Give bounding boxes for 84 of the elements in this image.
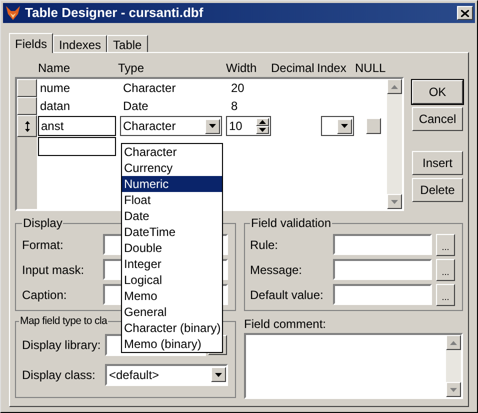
dropdown-option[interactable]: Logical [122, 272, 222, 288]
caret-icon [391, 84, 398, 88]
caret-icon [391, 200, 398, 204]
width-spinner[interactable]: 10 [226, 116, 271, 136]
field-label: Rule: [250, 236, 279, 254]
field-label: Default value: [250, 286, 324, 304]
field-label: Format: [22, 236, 64, 254]
column-header: Index [317, 60, 348, 77]
index-combo[interactable] [321, 116, 354, 136]
name-field[interactable]: anst [38, 116, 116, 136]
dialog-button[interactable]: Delete [412, 178, 463, 202]
spin-up-button[interactable] [256, 118, 269, 126]
field-label: Display class: [22, 366, 96, 384]
dropdown-option[interactable]: Memo (binary) [122, 336, 222, 352]
window-title: Table Designer - cursanti.dbf [25, 4, 204, 22]
input-field[interactable] [332, 284, 432, 305]
scrollbar[interactable] [387, 79, 402, 209]
scroll-down-button[interactable] [446, 382, 461, 397]
scrollbar[interactable] [446, 335, 461, 397]
spin-down-button[interactable] [256, 126, 269, 134]
dropdown-button[interactable] [205, 118, 220, 134]
dropdown-option[interactable]: Character [122, 144, 222, 160]
group-title: Display [22, 215, 64, 232]
field-label: Field comment: [244, 316, 328, 333]
tab[interactable]: Indexes [53, 35, 108, 52]
input-field[interactable] [332, 259, 432, 280]
field-label: Message: [250, 262, 304, 278]
row-selector[interactable] [17, 97, 37, 115]
browse-button[interactable]: ... [436, 284, 455, 306]
dialog-button[interactable]: Cancel [412, 107, 463, 131]
table-cell-text: 20 [230, 80, 246, 97]
dropdown-button[interactable] [337, 118, 352, 134]
name-field[interactable] [38, 137, 116, 156]
column-header: Name [37, 60, 72, 77]
column-header: Width [225, 60, 258, 77]
scroll-up-button[interactable] [387, 79, 402, 94]
dropdown-option[interactable]: Memo [122, 288, 222, 304]
field-label: Caption: [22, 286, 68, 304]
table-cell-text: 8 [230, 98, 239, 115]
fox-icon [5, 5, 21, 21]
type-combo[interactable]: Character [120, 116, 222, 136]
dialog-button[interactable]: OK [412, 80, 463, 104]
dropdown-option[interactable]: DateTime [122, 224, 222, 240]
table-cell-text: nume [39, 80, 72, 97]
column-header: Type [117, 60, 146, 77]
scroll-down-button[interactable] [387, 194, 402, 209]
dropdown-option[interactable]: Integer [122, 256, 222, 272]
table-cell-text: datan [39, 98, 72, 115]
caret-icon [209, 124, 216, 128]
caret-icon [450, 340, 457, 344]
tab[interactable]: Table [107, 35, 148, 52]
column-header: NULL [355, 60, 387, 77]
group-title: Map field type to cla [19, 314, 108, 329]
dropdown-option[interactable]: Float [122, 192, 222, 208]
scroll-up-button[interactable] [446, 335, 461, 350]
dropdown-option[interactable]: Date [122, 208, 222, 224]
browse-button[interactable]: ... [436, 258, 455, 280]
dropdown-option[interactable]: Double [122, 240, 222, 256]
row-selector[interactable] [17, 79, 37, 97]
table-cell-text: Character [122, 80, 177, 97]
table-cell-text: Date [122, 98, 150, 115]
dropdown-option[interactable]: Currency [122, 160, 222, 176]
dropdown-option[interactable]: Numeric [122, 176, 222, 192]
close-button[interactable] [457, 6, 473, 20]
dropdown-option[interactable]: Character (binary) [122, 320, 222, 336]
comment-field[interactable] [244, 333, 463, 399]
field-label: Display library: [22, 336, 102, 354]
row-selector[interactable] [17, 115, 37, 137]
column-header: Decimal [271, 60, 316, 77]
dialog-button[interactable]: Insert [412, 151, 463, 175]
close-icon [461, 10, 469, 16]
select-field[interactable]: <default> [105, 364, 228, 386]
field-label: Input mask: [22, 262, 86, 278]
caret-icon [215, 372, 222, 377]
browse-button[interactable]: ... [436, 234, 455, 256]
tab[interactable]: Fields [9, 33, 54, 53]
group-title: Field validation [250, 215, 332, 232]
dropdown-option[interactable]: General [122, 304, 222, 320]
null-toggle[interactable] [366, 118, 381, 134]
dropdown-button[interactable] [211, 367, 226, 382]
input-field[interactable] [332, 234, 432, 255]
updown-arrow-icon [24, 120, 30, 132]
caret-icon [341, 124, 348, 128]
caret-icon [450, 388, 457, 392]
